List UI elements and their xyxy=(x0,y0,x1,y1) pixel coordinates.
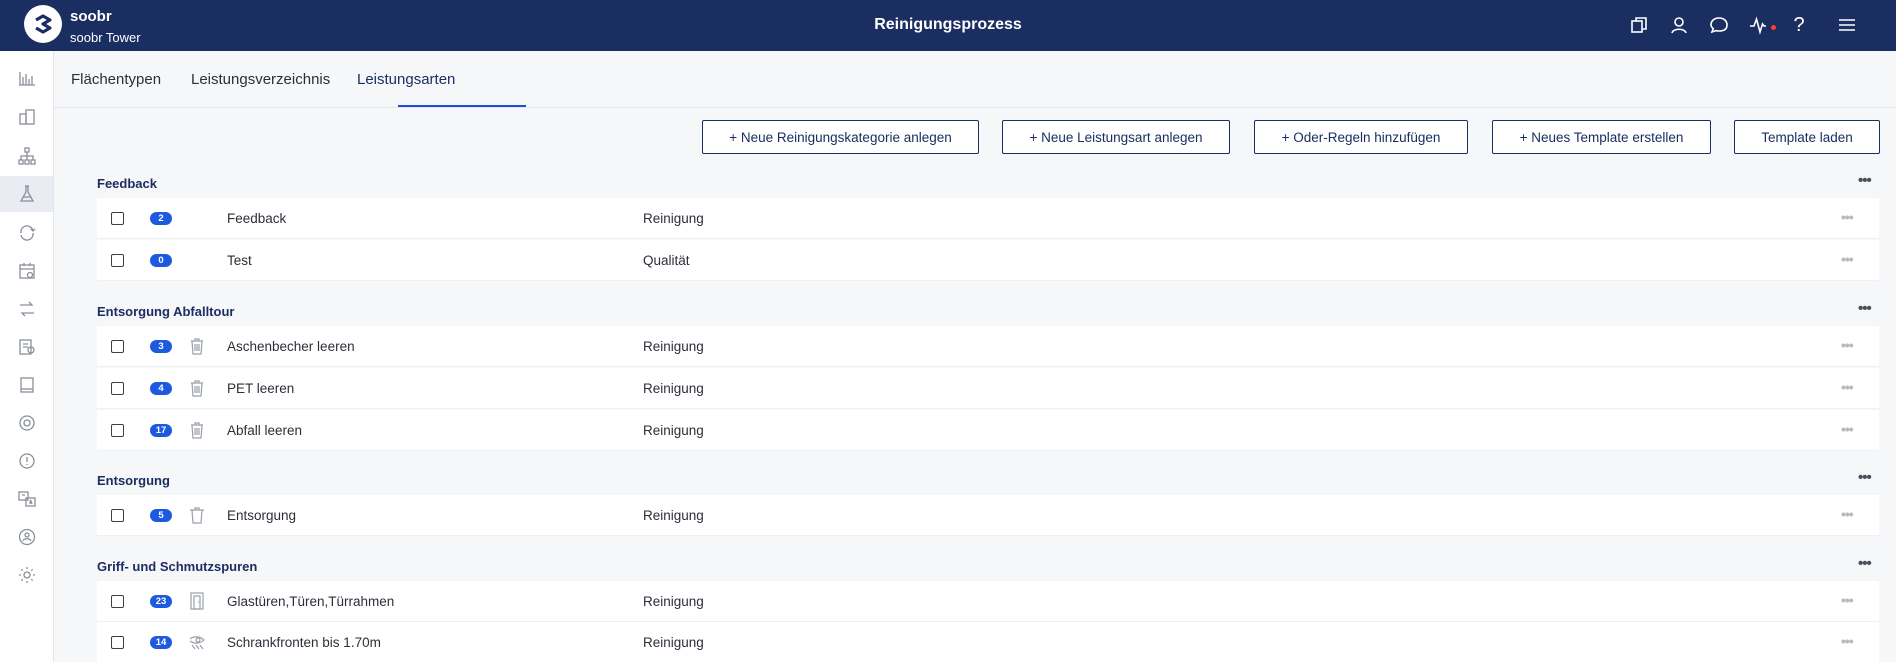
row-more-icon[interactable]: ••• xyxy=(1841,592,1854,608)
rail-buildings-icon[interactable] xyxy=(0,99,53,135)
page-title: Reinigungsprozess xyxy=(874,16,1022,33)
service-type: Reinigung xyxy=(643,211,704,226)
row-checkbox[interactable] xyxy=(111,340,124,353)
row-checkbox[interactable] xyxy=(111,382,124,395)
rail-dashboard-icon[interactable] xyxy=(0,60,53,96)
service-type: Reinigung xyxy=(643,508,704,523)
tab-flaechentypen[interactable]: Flächentypen xyxy=(71,71,161,88)
trash-bin-icon xyxy=(188,379,206,397)
row-checkbox[interactable] xyxy=(111,509,124,522)
copy-icon[interactable] xyxy=(1628,14,1650,36)
active-tab-indicator xyxy=(398,105,526,107)
count-badge: 4 xyxy=(150,382,172,395)
add-or-rules-button[interactable]: + Oder-Regeln hinzufügen xyxy=(1254,120,1468,154)
row-checkbox[interactable] xyxy=(111,595,124,608)
row-more-icon[interactable]: ••• xyxy=(1841,337,1854,353)
row-more-icon[interactable]: ••• xyxy=(1841,421,1854,437)
service-name: Feedback xyxy=(227,211,287,226)
new-template-button[interactable]: + Neues Template erstellen xyxy=(1492,120,1711,154)
load-template-button[interactable]: Template laden xyxy=(1734,120,1880,154)
list-item[interactable]: 23 Glastüren,Türen,Türrahmen Reinigung •… xyxy=(97,581,1879,622)
row-more-icon[interactable]: ••• xyxy=(1841,506,1854,522)
rail-translate-icon[interactable] xyxy=(0,481,53,517)
service-name: Test xyxy=(227,253,252,268)
count-badge: 5 xyxy=(150,509,172,522)
rail-calendar-icon[interactable] xyxy=(0,253,53,289)
count-badge: 14 xyxy=(150,636,172,649)
service-type: Reinigung xyxy=(643,594,704,609)
rail-target-icon[interactable] xyxy=(0,405,53,441)
group-more-icon[interactable]: ••• xyxy=(1858,469,1872,486)
tab-leistungsverzeichnis[interactable]: Leistungsverzeichnis xyxy=(191,71,330,88)
left-rail xyxy=(0,51,54,662)
service-type: Qualität xyxy=(643,253,690,268)
door-icon xyxy=(188,592,206,610)
menu-icon[interactable] xyxy=(1836,14,1858,36)
rail-settings-icon[interactable] xyxy=(0,557,53,593)
trash-can-icon xyxy=(188,506,206,524)
count-badge: 2 xyxy=(150,212,172,225)
rail-team-icon[interactable] xyxy=(0,519,53,555)
activity-icon[interactable] xyxy=(1748,14,1776,36)
trash-bin-icon xyxy=(188,421,206,439)
group-more-icon[interactable]: ••• xyxy=(1858,172,1872,189)
chat-icon[interactable] xyxy=(1708,14,1730,36)
list-item[interactable]: 3 Aschenbecher leeren Reinigung ••• xyxy=(97,326,1879,367)
service-type: Reinigung xyxy=(643,381,704,396)
list-item[interactable]: 14 Schrankfronten bis 1.70m Reinigung ••… xyxy=(97,622,1879,662)
list-item[interactable]: 5 Entsorgung Reinigung ••• xyxy=(97,495,1879,536)
rail-tablet-icon[interactable] xyxy=(0,367,53,403)
service-type: Reinigung xyxy=(643,423,704,438)
group-title: Feedback xyxy=(97,176,157,191)
service-name: Aschenbecher leeren xyxy=(227,339,355,354)
group-more-icon[interactable]: ••• xyxy=(1858,300,1872,317)
row-checkbox[interactable] xyxy=(111,254,124,267)
notification-dot xyxy=(1771,25,1776,30)
count-badge: 0 xyxy=(150,254,172,267)
new-service-type-button[interactable]: + Neue Leistungsart anlegen xyxy=(1002,120,1230,154)
group-more-icon[interactable]: ••• xyxy=(1858,555,1872,572)
trash-bin-icon xyxy=(188,337,206,355)
rail-swap-icon[interactable] xyxy=(0,291,53,327)
rail-cycle-icon[interactable] xyxy=(0,215,53,251)
row-more-icon[interactable]: ••• xyxy=(1841,633,1854,649)
service-name: Abfall leeren xyxy=(227,423,303,438)
service-name: PET leeren xyxy=(227,381,295,396)
rail-hierarchy-icon[interactable] xyxy=(0,138,53,174)
cleaning-hand-icon xyxy=(188,633,206,651)
group-title: Entsorgung xyxy=(97,473,170,488)
count-badge: 23 xyxy=(150,595,172,608)
row-more-icon[interactable]: ••• xyxy=(1841,251,1854,267)
tab-bar: Flächentypen Leistungsverzeichnis Leistu… xyxy=(54,51,1896,108)
row-checkbox[interactable] xyxy=(111,212,124,225)
count-badge: 3 xyxy=(150,340,172,353)
rail-process-icon[interactable] xyxy=(0,176,53,212)
new-category-button[interactable]: + Neue Reinigungskategorie anlegen xyxy=(702,120,979,154)
user-icon[interactable] xyxy=(1668,14,1690,36)
row-more-icon[interactable]: ••• xyxy=(1841,379,1854,395)
rail-alert-icon[interactable] xyxy=(0,443,53,479)
top-actions: ? xyxy=(1628,14,1858,36)
top-bar: soobr soobr Tower Reinigungsprozess ? xyxy=(0,0,1896,51)
service-name: Entsorgung xyxy=(227,508,297,523)
service-name: Glastüren,Türen,Türrahmen xyxy=(227,594,395,609)
list-item[interactable]: 17 Abfall leeren Reinigung ••• xyxy=(97,410,1879,451)
service-type: Reinigung xyxy=(643,635,704,650)
list-item[interactable]: 4 PET leeren Reinigung ••• xyxy=(97,368,1879,409)
tab-leistungsarten[interactable]: Leistungsarten xyxy=(357,71,455,88)
count-badge: 17 xyxy=(150,424,172,437)
help-icon[interactable]: ? xyxy=(1788,14,1810,36)
row-checkbox[interactable] xyxy=(111,636,124,649)
row-more-icon[interactable]: ••• xyxy=(1841,209,1854,225)
group-title: Griff- und Schmutzspuren xyxy=(97,559,258,574)
row-checkbox[interactable] xyxy=(111,424,124,437)
list-item[interactable]: 2 Feedback Reinigung ••• xyxy=(97,198,1879,239)
group-title: Entsorgung Abfalltour xyxy=(97,304,235,319)
service-name: Schrankfronten bis 1.70m xyxy=(227,635,381,650)
list-item[interactable]: 0 Test Qualität ••• xyxy=(97,240,1879,281)
service-type: Reinigung xyxy=(643,339,704,354)
rail-document-icon[interactable] xyxy=(0,329,53,365)
